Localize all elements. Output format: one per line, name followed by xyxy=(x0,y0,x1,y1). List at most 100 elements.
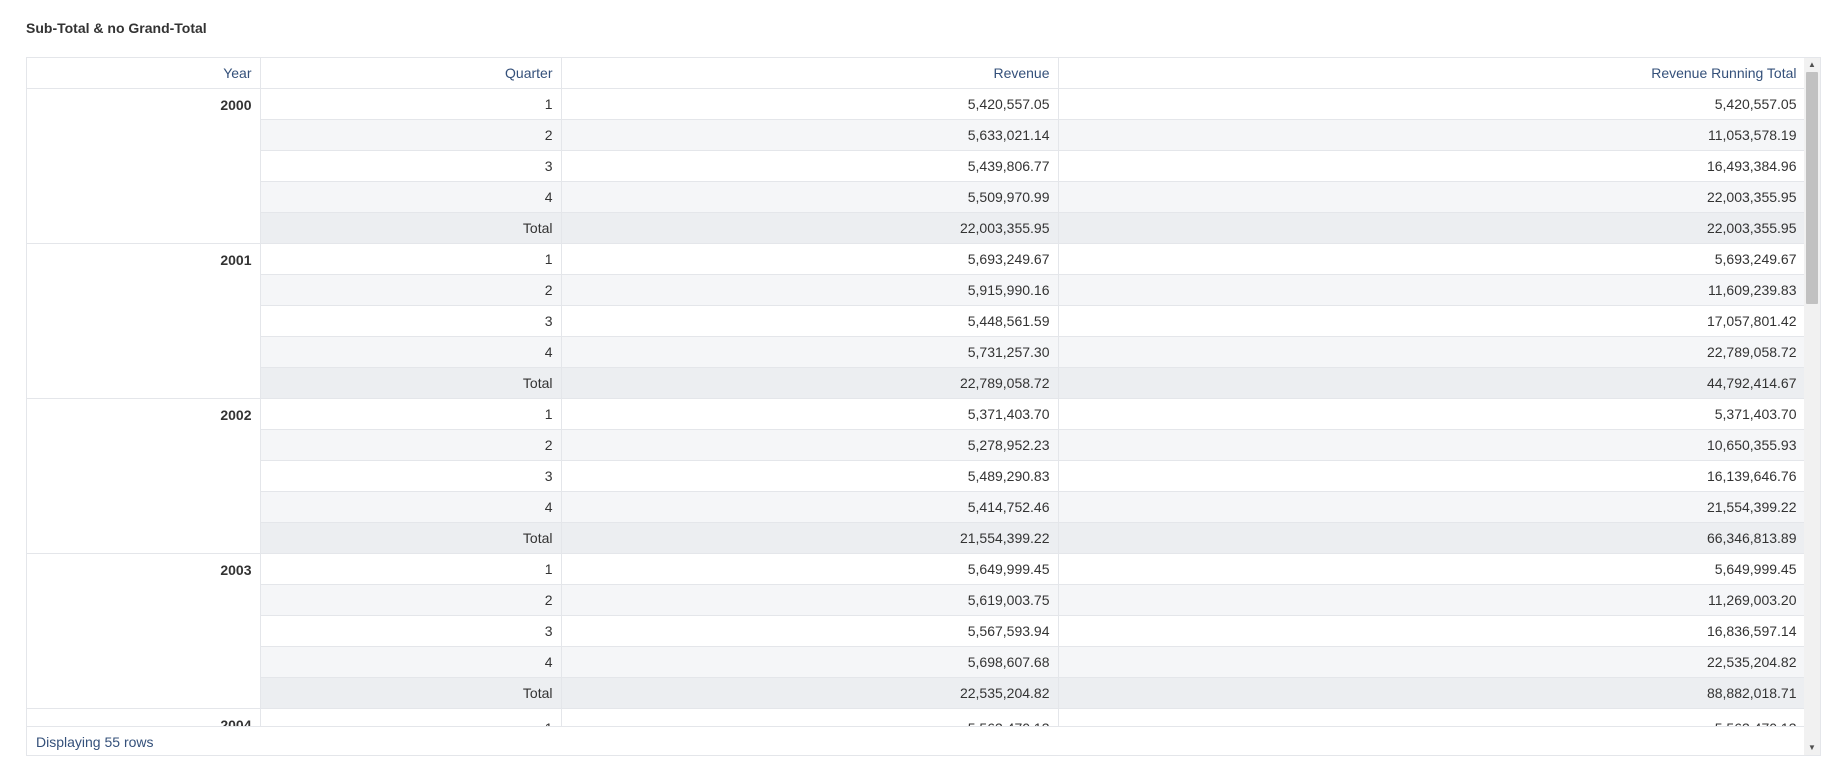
year-cell: 2004 xyxy=(27,708,261,726)
column-header-revenue[interactable]: Revenue xyxy=(561,58,1059,89)
table-row: 4 5,731,257.30 22,789,058.72 xyxy=(27,336,1805,368)
revenue-cell: 22,003,355.95 xyxy=(561,212,1059,244)
table-viewport[interactable]: Year Quarter Revenue Revenue Running Tot… xyxy=(27,58,1805,726)
subtotal-row: Total 22,535,204.82 88,882,018.71 xyxy=(27,677,1805,709)
running-total-cell: 5,420,557.05 xyxy=(1058,88,1805,120)
running-total-cell: 16,139,646.76 xyxy=(1058,460,1805,492)
quarter-cell: 2 xyxy=(260,274,562,306)
table-row: 3 5,489,290.83 16,139,646.76 xyxy=(27,460,1805,492)
running-total-cell: 5,371,403.70 xyxy=(1058,398,1805,430)
table-row: 3 5,567,593.94 16,836,597.14 xyxy=(27,615,1805,647)
table-row: 2 5,915,990.16 11,609,239.83 xyxy=(27,274,1805,306)
table-row: 2 5,278,952.23 10,650,355.93 xyxy=(27,429,1805,461)
quarter-cell: 4 xyxy=(260,491,562,523)
table-row: 2001 1 5,693,249.67 5,693,249.67 xyxy=(27,243,1805,399)
running-total-cell: 10,650,355.93 xyxy=(1058,429,1805,461)
scrollbar-thumb[interactable] xyxy=(1806,72,1818,304)
revenue-cell: 22,789,058.72 xyxy=(561,367,1059,399)
running-total-cell: 22,003,355.95 xyxy=(1058,181,1805,213)
running-total-cell: 16,493,384.96 xyxy=(1058,150,1805,182)
running-total-cell: 88,882,018.71 xyxy=(1058,677,1805,709)
table-row: 2003 1 5,649,999.45 5,649,999.45 xyxy=(27,553,1805,709)
revenue-cell: 5,567,593.94 xyxy=(561,615,1059,647)
subtotal-row: Total 21,554,399.22 66,346,813.89 xyxy=(27,522,1805,554)
running-total-cell: 5,563,470.13 xyxy=(1058,708,1805,726)
running-total-cell: 21,554,399.22 xyxy=(1058,491,1805,523)
quarter-cell: 2 xyxy=(260,119,562,151)
quarter-cell: 4 xyxy=(260,336,562,368)
quarter-cell: 4 xyxy=(260,646,562,678)
revenue-cell: 5,633,021.14 xyxy=(561,119,1059,151)
quarter-cell: 1 xyxy=(260,398,562,430)
data-table: Year Quarter Revenue Revenue Running Tot… xyxy=(27,58,1805,726)
revenue-cell: 22,535,204.82 xyxy=(561,677,1059,709)
running-total-cell: 11,053,578.19 xyxy=(1058,119,1805,151)
revenue-cell: 21,554,399.22 xyxy=(561,522,1059,554)
running-total-cell: 66,346,813.89 xyxy=(1058,522,1805,554)
revenue-cell: 5,509,970.99 xyxy=(561,181,1059,213)
column-header-quarter[interactable]: Quarter xyxy=(260,58,562,89)
vertical-scrollbar[interactable]: ▲ ▼ xyxy=(1804,58,1820,755)
scroll-up-arrow-icon[interactable]: ▲ xyxy=(1804,58,1820,72)
pivot-table: Year Quarter Revenue Revenue Running Tot… xyxy=(26,57,1821,756)
column-header-year[interactable]: Year xyxy=(27,58,261,89)
year-cell: 2001 xyxy=(27,243,261,399)
table-row: 2000 1 5,420,557.05 5,420,557.05 xyxy=(27,88,1805,244)
table-row: 2 5,619,003.75 11,269,003.20 xyxy=(27,584,1805,616)
page-title: Sub-Total & no Grand-Total xyxy=(26,20,207,36)
header-row: Year Quarter Revenue Revenue Running Tot… xyxy=(27,58,1805,89)
revenue-cell: 5,371,403.70 xyxy=(561,398,1059,430)
table-row: 4 5,414,752.46 21,554,399.22 xyxy=(27,491,1805,523)
quarter-cell: Total xyxy=(260,522,562,554)
revenue-cell: 5,915,990.16 xyxy=(561,274,1059,306)
running-total-cell: 5,693,249.67 xyxy=(1058,243,1805,275)
quarter-cell: 3 xyxy=(260,615,562,647)
running-total-cell: 44,792,414.67 xyxy=(1058,367,1805,399)
running-total-cell: 17,057,801.42 xyxy=(1058,305,1805,337)
table-row: 2 5,633,021.14 11,053,578.19 xyxy=(27,119,1805,151)
quarter-cell: Total xyxy=(260,367,562,399)
table-row: 3 5,439,806.77 16,493,384.96 xyxy=(27,150,1805,182)
subtotal-row: Total 22,003,355.95 22,003,355.95 xyxy=(27,212,1805,244)
revenue-cell: 5,698,607.68 xyxy=(561,646,1059,678)
running-total-cell: 16,836,597.14 xyxy=(1058,615,1805,647)
running-total-cell: 11,609,239.83 xyxy=(1058,274,1805,306)
quarter-cell: 1 xyxy=(260,243,562,275)
quarter-cell: 2 xyxy=(260,584,562,616)
revenue-cell: 5,649,999.45 xyxy=(561,553,1059,585)
quarter-cell: 1 xyxy=(260,88,562,120)
table-row: 4 5,698,607.68 22,535,204.82 xyxy=(27,646,1805,678)
revenue-cell: 5,420,557.05 xyxy=(561,88,1059,120)
table-row: 200415,563,470.135,563,470.13 xyxy=(27,708,1805,726)
revenue-cell: 5,563,470.13 xyxy=(561,708,1059,726)
running-total-cell: 22,003,355.95 xyxy=(1058,212,1805,244)
column-header-running-total[interactable]: Revenue Running Total xyxy=(1058,58,1805,89)
revenue-cell: 5,693,249.67 xyxy=(561,243,1059,275)
running-total-cell: 5,649,999.45 xyxy=(1058,553,1805,585)
quarter-cell: 1 xyxy=(260,553,562,585)
quarter-cell: 2 xyxy=(260,429,562,461)
revenue-cell: 5,731,257.30 xyxy=(561,336,1059,368)
table-row: 2002 1 5,371,403.70 5,371,403.70 xyxy=(27,398,1805,554)
year-cell: 2002 xyxy=(27,398,261,554)
quarter-cell: Total xyxy=(260,677,562,709)
scroll-down-arrow-icon[interactable]: ▼ xyxy=(1804,741,1820,755)
table-body: 2000 1 5,420,557.05 5,420,557.05 2 5,633,021.… xyxy=(27,88,1805,726)
quarter-cell: 4 xyxy=(260,181,562,213)
quarter-cell: 3 xyxy=(260,460,562,492)
row-count-status: Displaying 55 rows xyxy=(27,726,1805,755)
subtotal-row: Total 22,789,058.72 44,792,414.67 xyxy=(27,367,1805,399)
quarter-cell: 3 xyxy=(260,305,562,337)
revenue-cell: 5,278,952.23 xyxy=(561,429,1059,461)
revenue-cell: 5,414,752.46 xyxy=(561,491,1059,523)
quarter-cell: 1 xyxy=(260,708,562,726)
year-cell: 2003 xyxy=(27,553,261,709)
revenue-cell: 5,439,806.77 xyxy=(561,150,1059,182)
table-row: 4 5,509,970.99 22,003,355.95 xyxy=(27,181,1805,213)
quarter-cell: 3 xyxy=(260,150,562,182)
running-total-cell: 11,269,003.20 xyxy=(1058,584,1805,616)
year-cell: 2000 xyxy=(27,88,261,244)
quarter-cell: Total xyxy=(260,212,562,244)
running-total-cell: 22,789,058.72 xyxy=(1058,336,1805,368)
revenue-cell: 5,619,003.75 xyxy=(561,584,1059,616)
